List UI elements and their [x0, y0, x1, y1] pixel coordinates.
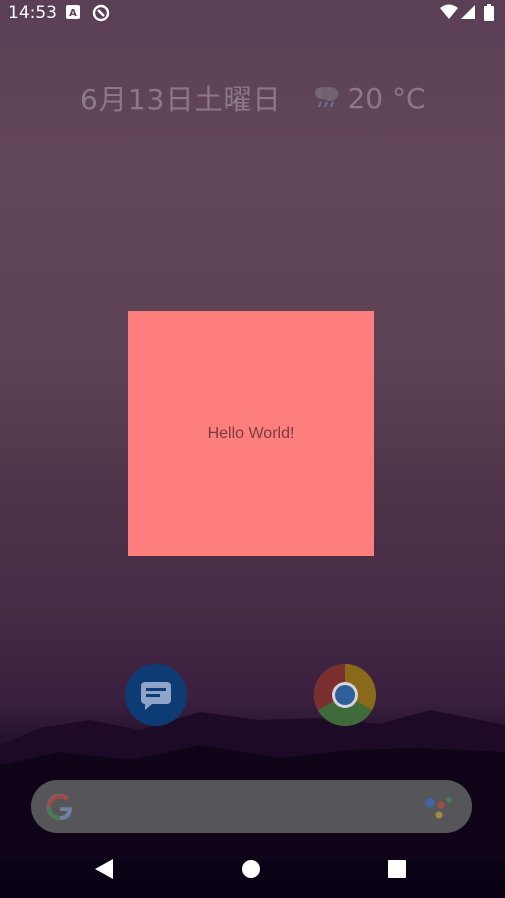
- recents-icon: [388, 860, 406, 878]
- navigation-bar: [0, 840, 505, 898]
- messages-icon[interactable]: [125, 664, 187, 726]
- google-search-bar[interactable]: [31, 780, 472, 833]
- battery-icon: [484, 4, 494, 21]
- date-text: 6月13日土曜日: [80, 83, 282, 116]
- hello-world-widget[interactable]: Hello World!: [128, 311, 374, 556]
- a-icon: A: [66, 5, 80, 19]
- signal-icon: [461, 5, 475, 19]
- sync-icon: [92, 4, 110, 22]
- temperature-text: 20 °C: [347, 81, 426, 115]
- home-icon: [242, 860, 260, 878]
- wifi-icon: [440, 4, 458, 19]
- widget-text: Hello World!: [207, 424, 295, 442]
- svg-text:A: A: [69, 8, 77, 19]
- google-g-icon: [46, 794, 72, 821]
- back-icon: [95, 859, 113, 879]
- wallpaper-hills: [0, 710, 505, 860]
- status-time: 14:53: [8, 3, 57, 23]
- date-weather-widget[interactable]: 6月13日土曜日 20 °C: [80, 80, 426, 117]
- recents-button[interactable]: [367, 840, 427, 898]
- back-button[interactable]: [74, 840, 134, 898]
- home-button[interactable]: [221, 840, 281, 898]
- rain-cloud-icon: [315, 87, 339, 108]
- assistant-icon[interactable]: [424, 794, 454, 820]
- chrome-icon[interactable]: [314, 664, 376, 726]
- status-bar: 14:53 A: [0, 0, 505, 26]
